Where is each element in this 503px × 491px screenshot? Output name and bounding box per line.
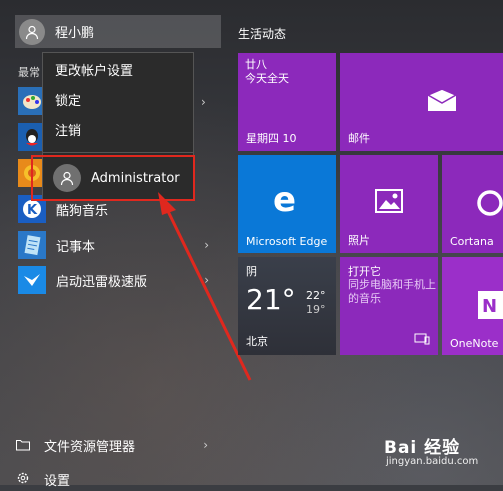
music-title: 打开它	[348, 265, 381, 278]
mail-tile[interactable]: 邮件	[340, 53, 503, 151]
tile-group-title: 生活动态	[238, 27, 287, 41]
cortana-icon	[476, 189, 503, 221]
edge-icon: e	[273, 180, 301, 220]
svg-text:e: e	[273, 185, 296, 215]
phone-sync-icon	[414, 330, 430, 349]
weather-low: 19°	[306, 303, 326, 316]
baidu-jingyan-url: jingyan.baidu.com	[386, 456, 479, 467]
mail-icon	[426, 88, 458, 115]
onenote-icon: N	[478, 291, 503, 323]
edge-tile[interactable]: e Microsoft Edge	[238, 155, 336, 253]
onenote-tile[interactable]: N OneNote	[442, 257, 503, 355]
weather-city: 北京	[246, 335, 268, 348]
edge-label: Microsoft Edge	[246, 235, 328, 248]
weather-tile[interactable]: 阴 21° 22° 19° 北京	[238, 257, 336, 355]
calendar-event-text: 今天全天	[245, 72, 289, 85]
cortana-tile[interactable]: Cortana	[442, 155, 503, 253]
svg-text:N: N	[482, 296, 497, 317]
cortana-label: Cortana	[450, 235, 494, 248]
onenote-label: OneNote	[450, 337, 499, 350]
calendar-lunar-date: 廿八	[245, 58, 267, 71]
music-subtitle: 同步电脑和手机上的音乐	[348, 278, 436, 305]
weather-high: 22°	[306, 289, 326, 302]
music-tile[interactable]: 打开它 同步电脑和手机上的音乐	[340, 257, 438, 355]
calendar-date: 星期四 10	[246, 132, 297, 145]
calendar-tile[interactable]: 廿八 今天全天 星期四 10	[238, 53, 336, 151]
mail-label: 邮件	[348, 132, 370, 145]
photos-label: 照片	[348, 234, 370, 247]
weather-condition: 阴	[246, 265, 257, 278]
baidu-jingyan-logo: Bai 经验	[384, 438, 461, 458]
photos-icon	[375, 189, 403, 217]
weather-temperature: 21°	[246, 283, 296, 316]
photos-tile[interactable]: 照片	[340, 155, 438, 253]
